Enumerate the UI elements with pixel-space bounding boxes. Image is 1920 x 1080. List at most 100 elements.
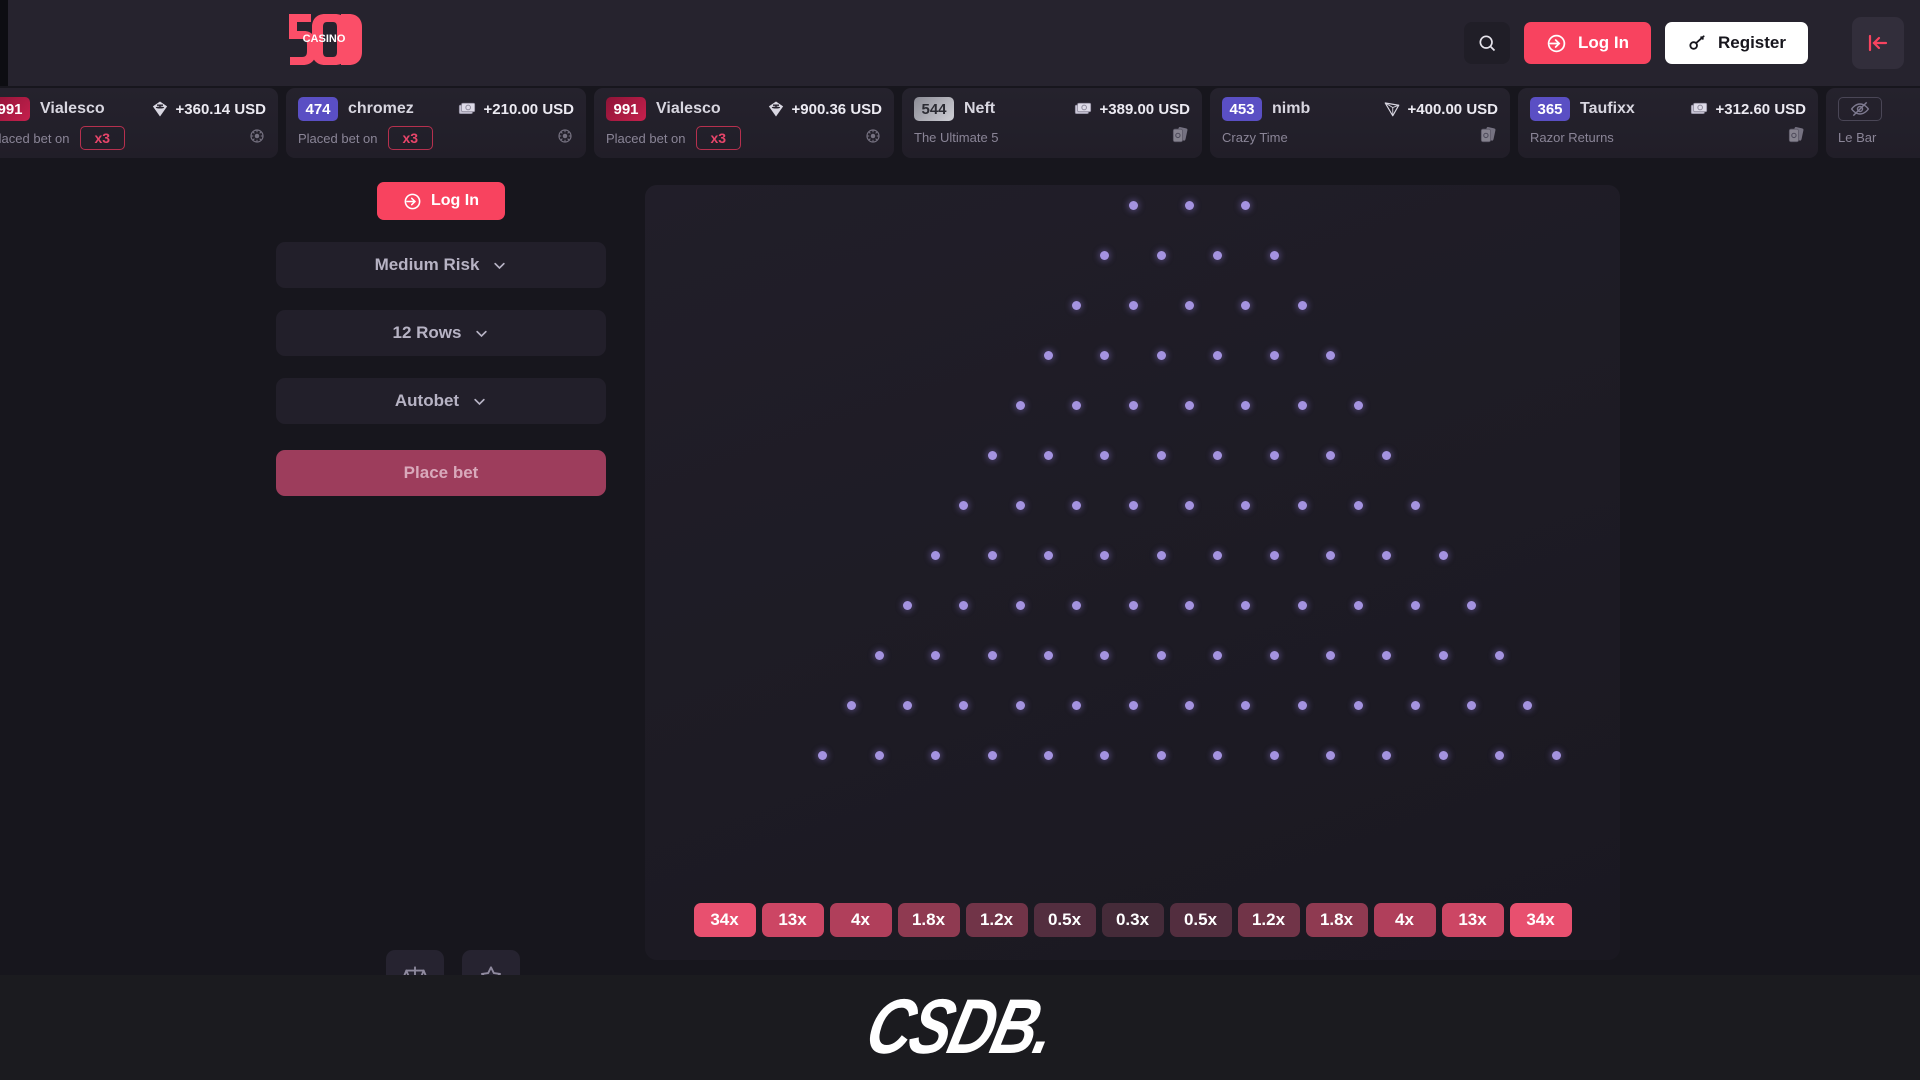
bet-mode-select[interactable]: Autobet — [276, 378, 606, 424]
bet-feed-card[interactable]: 991 Vialesco +360.14 USD Placed bet on x… — [0, 88, 278, 158]
peg — [1156, 251, 1166, 260]
peg — [1213, 351, 1223, 360]
bet-username: nimb — [1272, 100, 1311, 117]
peg — [1523, 701, 1533, 710]
peg — [1100, 451, 1110, 460]
bet-card-top: 991 Vialesco +900.36 USD — [606, 97, 882, 121]
plinko-icon — [250, 128, 264, 143]
header-actions: Log In Register — [1463, 0, 1920, 86]
tether-icon — [152, 101, 167, 117]
bet-card-bottom: Placed bet on x3 — [606, 126, 882, 150]
brand-logo[interactable]: CASINO — [285, 12, 363, 66]
multiplier-bucket[interactable]: 34x — [693, 903, 756, 937]
search-button[interactable] — [1463, 22, 1510, 64]
bet-amount: +312.60 USD — [1689, 100, 1806, 118]
multiplier-bucket[interactable]: 13x — [761, 903, 824, 937]
peg — [1185, 301, 1194, 310]
collapse-sidebar-button[interactable] — [1852, 17, 1904, 69]
peg — [1241, 501, 1251, 510]
peg — [1269, 451, 1279, 460]
multiplier-bucket[interactable]: 0.5x — [1033, 903, 1096, 937]
bet-card-bottom: Le Bar — [1838, 125, 1920, 150]
peg — [931, 751, 941, 760]
peg — [1128, 701, 1138, 710]
multiplier-bucket[interactable]: 4x — [829, 903, 892, 937]
multiplier-bucket[interactable]: 0.5x — [1169, 903, 1232, 937]
multiplier-bucket[interactable]: 1.8x — [1305, 903, 1368, 937]
risk-select[interactable]: Medium Risk — [276, 242, 606, 288]
bet-feed-card[interactable]: 544 Neft +389.00 USD The Ultimate 5 — [902, 88, 1202, 158]
header-login-button[interactable]: Log In — [1523, 22, 1651, 64]
header-register-button[interactable]: Register — [1664, 22, 1808, 64]
multiplier-bucket[interactable]: 1.2x — [965, 903, 1028, 937]
bet-feed-card[interactable]: 453 nimb +400.00 USD Crazy Time — [1210, 88, 1510, 158]
peg — [1072, 401, 1082, 410]
bet-feed-card[interactable]: 474 chromez +210.00 USD Placed bet on x3 — [286, 88, 586, 158]
peg — [1241, 601, 1251, 610]
peg — [1128, 601, 1138, 610]
peg — [1269, 651, 1279, 660]
peg — [959, 601, 969, 610]
peg — [1156, 751, 1166, 760]
peg — [874, 651, 884, 660]
bet-card-top: 474 chromez +210.00 USD — [298, 97, 574, 121]
peg — [1185, 401, 1194, 410]
peg — [1100, 651, 1110, 660]
bet-amount: +900.36 USD — [767, 100, 882, 118]
peg — [987, 551, 997, 560]
peg — [1015, 401, 1025, 410]
bet-card-top: 365 Taufixx +312.60 USD — [1530, 97, 1806, 121]
peg — [1297, 701, 1307, 710]
chevron-down-icon — [476, 330, 488, 337]
bet-username: chromez — [348, 100, 414, 117]
peg — [1015, 701, 1025, 710]
multiplier-bucket[interactable]: 1.2x — [1237, 903, 1300, 937]
panel-login-button[interactable]: Log In — [377, 182, 505, 220]
site-header: CASINO Log In Register — [8, 0, 1920, 86]
peg — [1410, 501, 1420, 510]
peg — [987, 751, 997, 760]
tron-icon — [1384, 102, 1399, 117]
peg — [1156, 451, 1166, 460]
bet-card-bottom: Crazy Time — [1222, 125, 1498, 150]
bet-multiplier-chip: x3 — [695, 126, 742, 150]
collapse-left-icon — [1868, 34, 1888, 52]
peg — [1241, 301, 1251, 310]
peg — [1072, 501, 1082, 510]
peg — [931, 651, 941, 660]
user-level-badge: 544 — [914, 97, 954, 121]
bet-game-icon — [1786, 125, 1806, 150]
peg — [1213, 551, 1223, 560]
cards-icon — [1788, 127, 1804, 143]
bet-game-name: The Ultimate 5 — [914, 130, 999, 145]
multiplier-bucket[interactable]: 1.8x — [897, 903, 960, 937]
multiplier-bucket[interactable]: 0.3x — [1101, 903, 1164, 937]
bet-feed-card[interactable]: Le Bar — [1826, 88, 1920, 158]
peg — [1156, 351, 1166, 360]
live-bet-feed[interactable]: 991 Vialesco +360.14 USD Placed bet on x… — [0, 86, 1920, 162]
peg — [1044, 351, 1053, 360]
bet-username: Vialesco — [40, 100, 105, 117]
bet-sub-label: Placed bet on — [298, 130, 378, 146]
place-bet-button[interactable]: Place bet — [276, 450, 606, 496]
peg — [1354, 601, 1364, 610]
peg — [903, 701, 912, 710]
rows-select[interactable]: 12 Rows — [276, 310, 606, 356]
peg — [1044, 751, 1053, 760]
bet-feed-card[interactable]: 991 Vialesco +900.36 USD Placed bet on x… — [594, 88, 894, 158]
multiplier-bucket[interactable]: 4x — [1373, 903, 1436, 937]
peg — [1015, 501, 1025, 510]
peg — [1495, 651, 1505, 660]
bet-amount: +210.00 USD — [457, 100, 574, 118]
peg — [1326, 351, 1335, 360]
bet-username: Taufixx — [1580, 100, 1635, 117]
multiplier-bucket[interactable]: 13x — [1441, 903, 1504, 937]
peg — [1241, 401, 1251, 410]
risk-select-value: Medium Risk — [374, 255, 480, 274]
user-level-badge: 453 — [1222, 97, 1262, 121]
peg — [1410, 701, 1420, 710]
bet-feed-card[interactable]: 365 Taufixx +312.60 USD Razor Returns — [1518, 88, 1818, 158]
bet-multiplier-chip: x3 — [79, 126, 126, 150]
bet-card-top: 991 Vialesco +360.14 USD — [0, 97, 266, 121]
multiplier-bucket[interactable]: 34x — [1509, 903, 1572, 937]
